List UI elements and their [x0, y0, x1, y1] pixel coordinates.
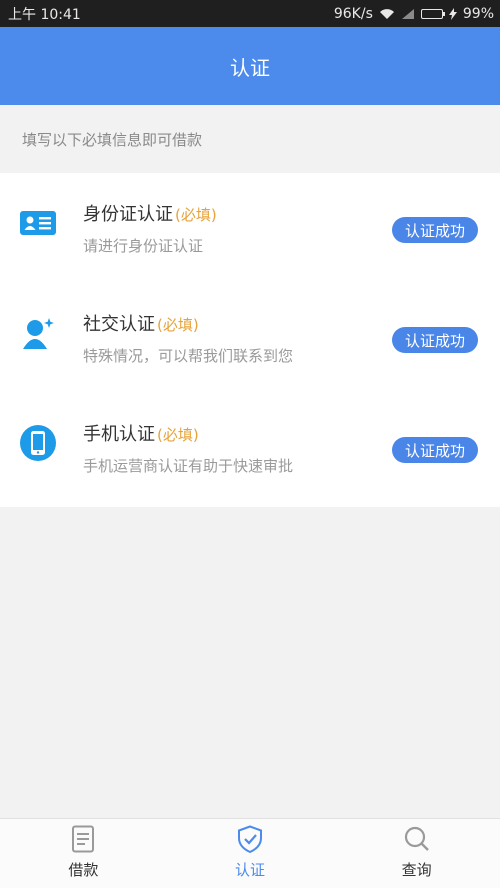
tab-verify[interactable]: 认证 [190, 819, 310, 888]
notice-banner: 填写以下必填信息即可借款 [0, 105, 500, 173]
id-card-icon [20, 205, 56, 241]
item-title: 身份证认证 (必填) [83, 200, 217, 226]
tab-label: 认证 [234, 861, 265, 879]
required-tag: (必填) [175, 206, 217, 224]
shield-check-icon [236, 825, 264, 853]
verify-item-social[interactable]: 社交认证 (必填) 特殊情况，可以帮我们联系到您 认证成功 [0, 283, 500, 393]
page-title: 认证 [230, 55, 270, 80]
battery-icon [420, 8, 445, 19]
status-badge[interactable]: 认证成功 [391, 217, 478, 243]
battery-level: 99% [462, 5, 494, 22]
verify-item-mobile[interactable]: 手机认证 (必填) 手机运营商认证有助于快速审批 认证成功 [0, 393, 500, 503]
tab-loan[interactable]: 借款 [23, 819, 143, 888]
charging-icon [448, 7, 457, 20]
notice-text: 填写以下必填信息即可借款 [22, 130, 203, 149]
item-description: 手机运营商认证有助于快速审批 [83, 457, 294, 475]
tab-query[interactable]: 查询 [357, 819, 477, 888]
status-badge[interactable]: 认证成功 [391, 327, 478, 353]
item-description: 特殊情况，可以帮我们联系到您 [83, 347, 294, 365]
network-speed: 96K/s [333, 5, 373, 22]
item-description: 请进行身份证认证 [83, 237, 204, 255]
item-title: 手机认证 (必填) [83, 420, 199, 446]
document-icon [69, 825, 97, 853]
status-badge[interactable]: 认证成功 [391, 437, 478, 463]
required-tag: (必填) [157, 426, 199, 444]
item-title-text: 手机认证 [83, 424, 155, 445]
bottom-tab-bar: 借款 认证 查询 [0, 818, 500, 888]
verification-list: 身份证认证 (必填) 请进行身份证认证 认证成功 社交认证 (必填) 特殊情况，可以… [0, 173, 500, 507]
signal-icon [401, 8, 415, 20]
tab-label: 查询 [401, 861, 432, 879]
item-title-text: 社交认证 [83, 314, 155, 335]
required-tag: (必填) [157, 316, 199, 334]
search-icon [403, 825, 431, 853]
item-title-text: 身份证认证 [83, 204, 173, 225]
social-contact-icon [20, 315, 56, 351]
app-header: 认证 [0, 27, 500, 105]
tab-label: 借款 [68, 861, 99, 879]
mobile-phone-icon [20, 425, 56, 461]
wifi-icon [379, 8, 395, 20]
verify-item-id-card[interactable]: 身份证认证 (必填) 请进行身份证认证 认证成功 [0, 173, 500, 283]
status-indicators: 96K/s 99% [334, 6, 494, 22]
item-title: 社交认证 (必填) [83, 310, 199, 336]
status-bar: 上午 10:41 96K/s 99% [0, 0, 500, 27]
status-time: 上午 10:41 [8, 6, 81, 23]
